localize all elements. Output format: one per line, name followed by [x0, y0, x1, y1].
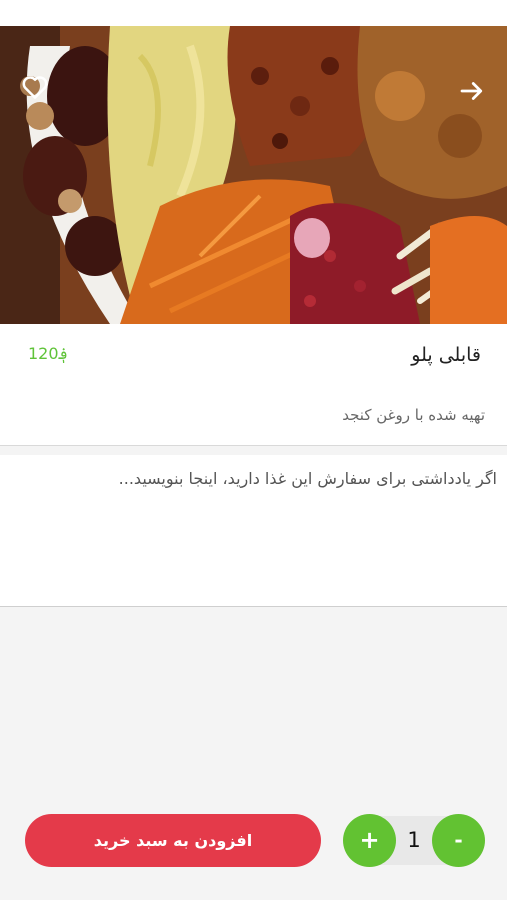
quantity-value: 1 [407, 828, 421, 852]
food-illustration [0, 26, 507, 324]
dish-photo [0, 26, 507, 324]
increase-quantity-button[interactable]: + [343, 814, 396, 867]
dish-name: قابلی پلو [411, 344, 481, 366]
heart-icon[interactable] [20, 72, 50, 102]
dish-info-card: قابلی پلو 120؋ تهیه شده با روغن کنجد [0, 324, 507, 446]
add-to-cart-button[interactable]: افزودن به سبد خرید [25, 814, 321, 867]
arrow-right-icon[interactable] [457, 76, 487, 106]
order-note-input[interactable] [17, 455, 507, 595]
dish-description: تهیه شده با روغن کنجد [342, 406, 485, 424]
dish-price: 120؋ [28, 344, 68, 363]
order-note-box [0, 455, 507, 607]
status-bar [0, 0, 507, 26]
quantity-stepper: + 1 - [343, 814, 485, 867]
decrease-quantity-button[interactable]: - [432, 814, 485, 867]
